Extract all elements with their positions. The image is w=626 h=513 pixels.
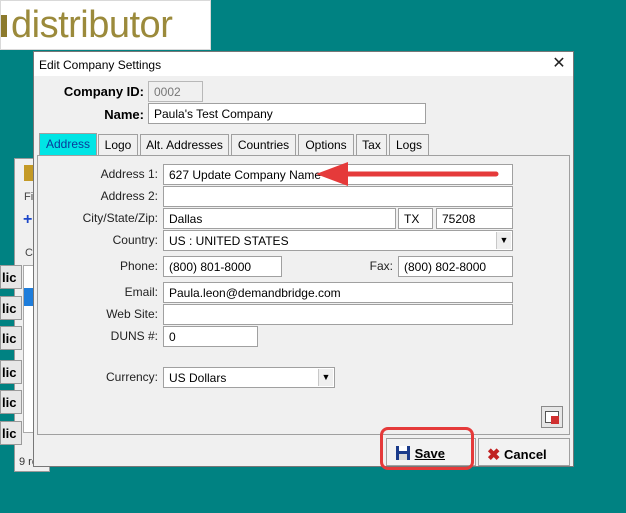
address-tab-panel: Address 1: 627 Update Company Name Addre… [37, 155, 570, 435]
side-button[interactable]: lic [0, 296, 22, 320]
edit-company-dialog: Edit Company Settings ✕ Company ID: 0002… [33, 51, 574, 467]
tab-tax[interactable]: Tax [356, 134, 387, 155]
email-field[interactable]: Paula.leon@demandbridge.com [163, 282, 513, 303]
email-label: Email: [124, 285, 158, 299]
side-button[interactable]: lic [0, 390, 22, 414]
company-id-field: 0002 [148, 81, 203, 102]
chevron-down-icon[interactable]: ▼ [318, 369, 333, 386]
side-button[interactable]: lic [0, 360, 22, 384]
name-field[interactable]: Paula's Test Company [148, 103, 426, 124]
country-value: US : UNITED STATES [169, 234, 289, 248]
address2-label: Address 2: [100, 189, 158, 203]
logo-mark [1, 15, 7, 37]
fax-label: Fax: [369, 259, 393, 273]
zip-field[interactable]: 75208 [436, 208, 513, 229]
website-label: Web Site: [106, 307, 158, 321]
currency-label: Currency: [105, 370, 158, 384]
currency-value: US Dollars [169, 371, 227, 385]
tab-countries[interactable]: Countries [231, 134, 296, 155]
name-label: Name: [104, 107, 144, 122]
country-select[interactable]: US : UNITED STATES ▼ [163, 230, 513, 251]
company-id-label: Company ID: [63, 84, 144, 99]
city-field[interactable]: Dallas [163, 208, 396, 229]
cancel-button[interactable]: ✖ Cancel [478, 438, 570, 466]
tab-alt-addresses[interactable]: Alt. Addresses [140, 134, 229, 155]
dialog-title: Edit Company Settings [39, 58, 162, 72]
fax-field[interactable]: (800) 802-8000 [398, 256, 513, 277]
annotation-arrow [316, 162, 499, 186]
side-button[interactable]: lic [0, 421, 22, 445]
duns-field[interactable]: 0 [163, 326, 258, 347]
currency-select[interactable]: US Dollars ▼ [163, 367, 335, 388]
phone-field[interactable]: (800) 801-8000 [163, 256, 282, 277]
add-icon[interactable]: + [23, 211, 32, 229]
country-label: Country: [112, 233, 158, 247]
export-icon[interactable] [541, 406, 563, 428]
cancel-x-icon: ✖ [487, 447, 501, 464]
website-field[interactable] [163, 304, 513, 325]
background-label-fi: Fi [24, 191, 34, 203]
tab-logo[interactable]: Logo [98, 134, 138, 155]
dialog-titlebar: Edit Company Settings ✕ [34, 52, 573, 76]
tab-options[interactable]: Options [298, 134, 354, 155]
address1-label: Address 1: [100, 167, 158, 181]
state-field[interactable]: TX [398, 208, 433, 229]
phone-label: Phone: [119, 259, 158, 273]
side-button[interactable]: lic [0, 326, 22, 350]
city-state-zip-label: City/State/Zip: [82, 211, 158, 225]
duns-label: DUNS #: [110, 329, 158, 343]
close-icon[interactable]: ✕ [548, 54, 570, 74]
logo-text: distributor [11, 4, 173, 46]
save-highlight-box [380, 427, 474, 470]
chevron-down-icon[interactable]: ▼ [496, 232, 511, 249]
side-button[interactable]: lic [0, 265, 22, 289]
cancel-button-label: Cancel [504, 447, 547, 462]
logo-banner: distributor [0, 0, 211, 50]
tab-address[interactable]: Address [39, 133, 97, 155]
tab-logs[interactable]: Logs [389, 134, 429, 155]
